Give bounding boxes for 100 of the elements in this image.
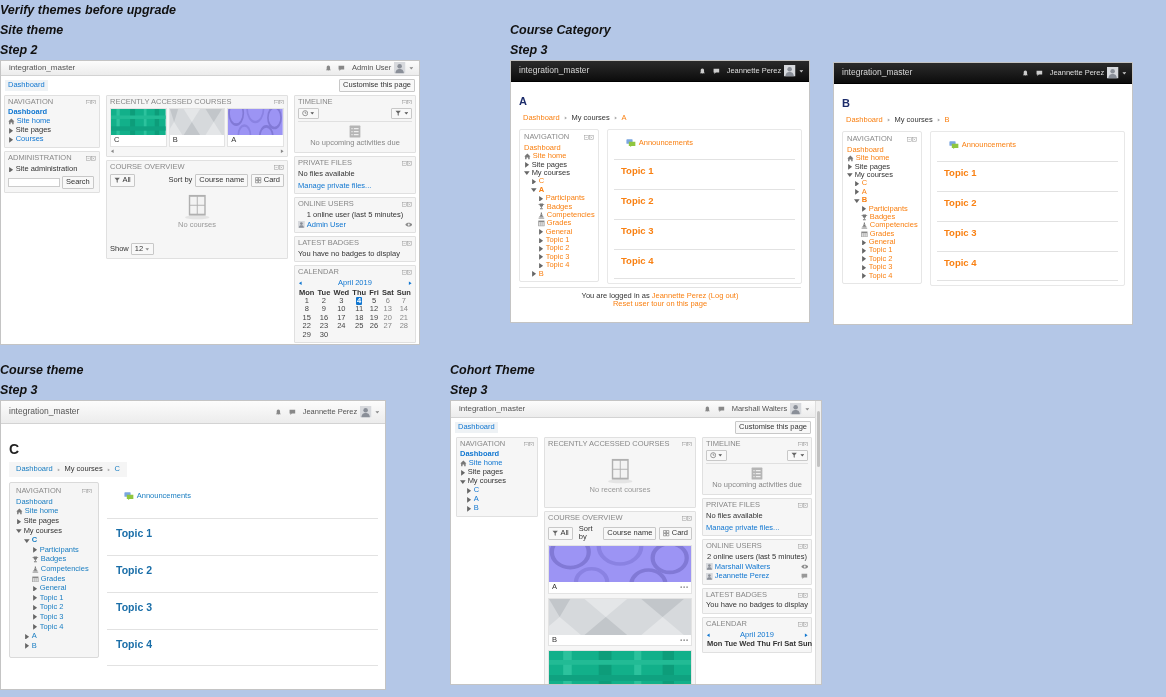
avatar[interactable] [790, 403, 802, 415]
caret-right-icon[interactable] [24, 633, 30, 640]
site-name[interactable]: integration_master [9, 407, 80, 417]
scrollbar[interactable] [815, 401, 821, 684]
section-heading: Site theme [0, 22, 65, 39]
avatar[interactable] [784, 65, 796, 77]
caret-right-icon[interactable] [466, 487, 472, 494]
scroll-right-icon[interactable] [279, 148, 284, 154]
caret-right-icon[interactable] [531, 178, 537, 185]
caret-down-icon[interactable] [16, 528, 22, 534]
caret-right-icon[interactable] [466, 496, 472, 503]
caret-down-icon[interactable] [847, 172, 853, 179]
caret-right-icon[interactable] [861, 239, 867, 246]
topic-title[interactable]: Topic 4 [116, 638, 152, 651]
caret-down-icon[interactable] [531, 187, 537, 193]
topic-title[interactable]: Topic 1 [621, 164, 654, 176]
dropdown-caret-icon[interactable] [718, 453, 723, 458]
notification-icon[interactable] [699, 67, 706, 75]
eye-icon[interactable] [800, 564, 808, 570]
user-avatar[interactable] [298, 221, 305, 229]
scroll-left-icon[interactable] [110, 148, 115, 154]
caret-right-icon[interactable] [861, 206, 867, 212]
dropdown-caret-icon[interactable] [310, 111, 315, 116]
filter-dropdown[interactable] [787, 450, 808, 461]
topic-title[interactable]: Topic 2 [621, 194, 654, 206]
caret-right-icon[interactable] [861, 264, 867, 271]
caret-right-icon[interactable] [861, 247, 867, 254]
topic-title[interactable]: Topic 2 [944, 196, 977, 208]
table-icon [861, 230, 868, 238]
site-name[interactable]: integration_master [459, 404, 526, 414]
messages-icon[interactable] [712, 67, 720, 75]
caret-down-icon[interactable] [460, 478, 466, 485]
caret-right-icon[interactable] [32, 585, 38, 592]
sort-dropdown[interactable] [706, 450, 727, 461]
home-icon [16, 508, 23, 516]
more-icon[interactable] [679, 586, 688, 589]
avatar[interactable] [1107, 67, 1119, 79]
caret-right-icon[interactable] [538, 254, 544, 260]
sort-dropdown[interactable] [298, 108, 319, 119]
caret-right-icon[interactable] [538, 195, 544, 202]
user-avatar[interactable] [706, 573, 713, 580]
filter-dropdown[interactable] [391, 108, 412, 119]
messages-icon[interactable] [1035, 69, 1043, 77]
caret-right-icon[interactable] [538, 245, 544, 252]
topic-title[interactable]: Topic 2 [116, 564, 152, 577]
site-name[interactable]: integration_master [9, 63, 76, 73]
empty-courses-drawing [182, 193, 212, 220]
avatar[interactable] [394, 62, 406, 74]
avatar[interactable] [360, 406, 372, 418]
caret-down-icon[interactable] [854, 197, 860, 204]
caret-right-icon[interactable] [16, 518, 22, 525]
topic-title[interactable]: Topic 1 [116, 527, 152, 540]
caret-right-icon[interactable] [538, 237, 544, 244]
caret-right-icon[interactable] [861, 256, 867, 262]
caret-right-icon[interactable] [538, 262, 544, 269]
caret-right-icon[interactable] [524, 162, 530, 168]
notification-icon[interactable] [1022, 69, 1029, 77]
site-name[interactable]: integration_master [842, 68, 913, 78]
caret-right-icon[interactable] [32, 614, 38, 621]
next-month-icon[interactable] [803, 632, 808, 638]
topic-title[interactable]: Topic 4 [621, 254, 654, 266]
trophy-icon [538, 203, 545, 211]
caret-right-icon[interactable] [847, 164, 853, 170]
caret-right-icon[interactable] [861, 273, 867, 279]
topic-title[interactable]: Topic 3 [116, 601, 152, 614]
caret-right-icon[interactable] [466, 505, 472, 512]
eye-icon[interactable] [404, 222, 412, 228]
next-month-icon[interactable] [407, 281, 412, 286]
caret-right-icon[interactable] [460, 469, 466, 476]
caret-right-icon[interactable] [32, 604, 38, 611]
caret-down-icon[interactable] [24, 537, 30, 544]
previous-month-icon[interactable] [298, 281, 303, 286]
caret-right-icon[interactable] [8, 136, 14, 143]
dropdown-caret-icon[interactable] [799, 453, 804, 458]
topic-title[interactable]: Topic 3 [944, 226, 977, 238]
caret-right-icon[interactable] [854, 189, 860, 195]
user-avatar[interactable] [706, 563, 713, 571]
site-name[interactable]: integration_master [519, 66, 590, 76]
message-icon[interactable] [801, 573, 808, 580]
topic-title[interactable]: Topic 1 [944, 166, 977, 178]
previous-month-icon[interactable] [706, 632, 711, 638]
caret-down-icon[interactable] [524, 170, 530, 177]
caret-right-icon[interactable] [32, 595, 38, 601]
chat-bubbles-icon [626, 139, 636, 148]
caret-right-icon[interactable] [24, 643, 30, 649]
caret-right-icon[interactable] [8, 166, 14, 173]
caret-right-icon[interactable] [32, 547, 38, 553]
caret-right-icon[interactable] [32, 624, 38, 630]
caret-right-icon[interactable] [8, 127, 14, 134]
dropdown-caret-icon[interactable] [798, 68, 803, 74]
caret-right-icon[interactable] [854, 180, 860, 187]
topic-title[interactable]: Topic 4 [944, 256, 977, 268]
filter-icon [395, 110, 402, 117]
caret-right-icon[interactable] [531, 271, 537, 277]
topic-title[interactable]: Topic 3 [621, 224, 654, 236]
dropdown-caret-icon[interactable] [403, 111, 408, 116]
dropdown-caret-icon[interactable] [1121, 70, 1126, 76]
caret-right-icon[interactable] [538, 229, 544, 235]
more-icon[interactable] [679, 638, 688, 642]
search-field[interactable] [8, 177, 60, 187]
